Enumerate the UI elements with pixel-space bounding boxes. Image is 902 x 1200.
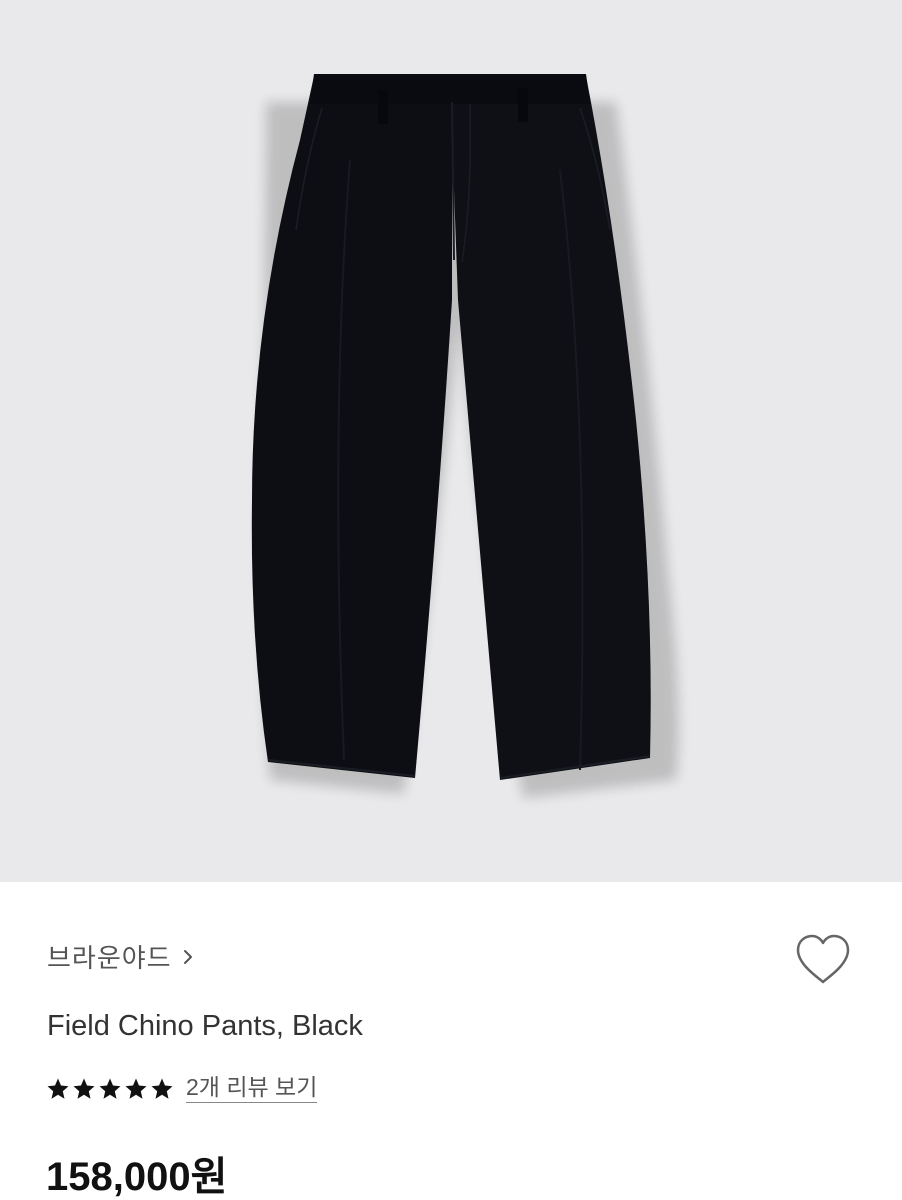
star-filled-icon — [99, 1078, 121, 1099]
rating-row: 2개 리뷰 보기 — [46, 1074, 318, 1103]
brand-name: 브라운야드 — [47, 943, 172, 973]
product-image[interactable] — [0, 0, 902, 882]
pants-image-icon — [251, 74, 679, 798]
heart-outline-icon — [796, 934, 850, 984]
star-filled-icon — [125, 1078, 147, 1099]
star-rating — [46, 1077, 174, 1101]
star-filled-icon — [151, 1078, 173, 1099]
review-link[interactable]: 2개 리뷰 보기 — [186, 1074, 318, 1103]
product-info: 브라운야드 Field Chino Pants, Black 2개 리뷰 보기 … — [0, 882, 902, 1200]
star-filled-icon — [47, 1078, 69, 1099]
product-detail-page: 브라운야드 Field Chino Pants, Black 2개 리뷰 보기 … — [0, 0, 902, 1200]
brand-link[interactable]: 브라운야드 — [47, 938, 196, 975]
product-title: Field Chino Pants, Black — [47, 1010, 363, 1042]
chevron-right-icon — [183, 949, 192, 964]
star-filled-icon — [73, 1078, 95, 1099]
product-price: 158,000원 — [46, 1155, 228, 1199]
wishlist-button[interactable] — [793, 932, 853, 988]
